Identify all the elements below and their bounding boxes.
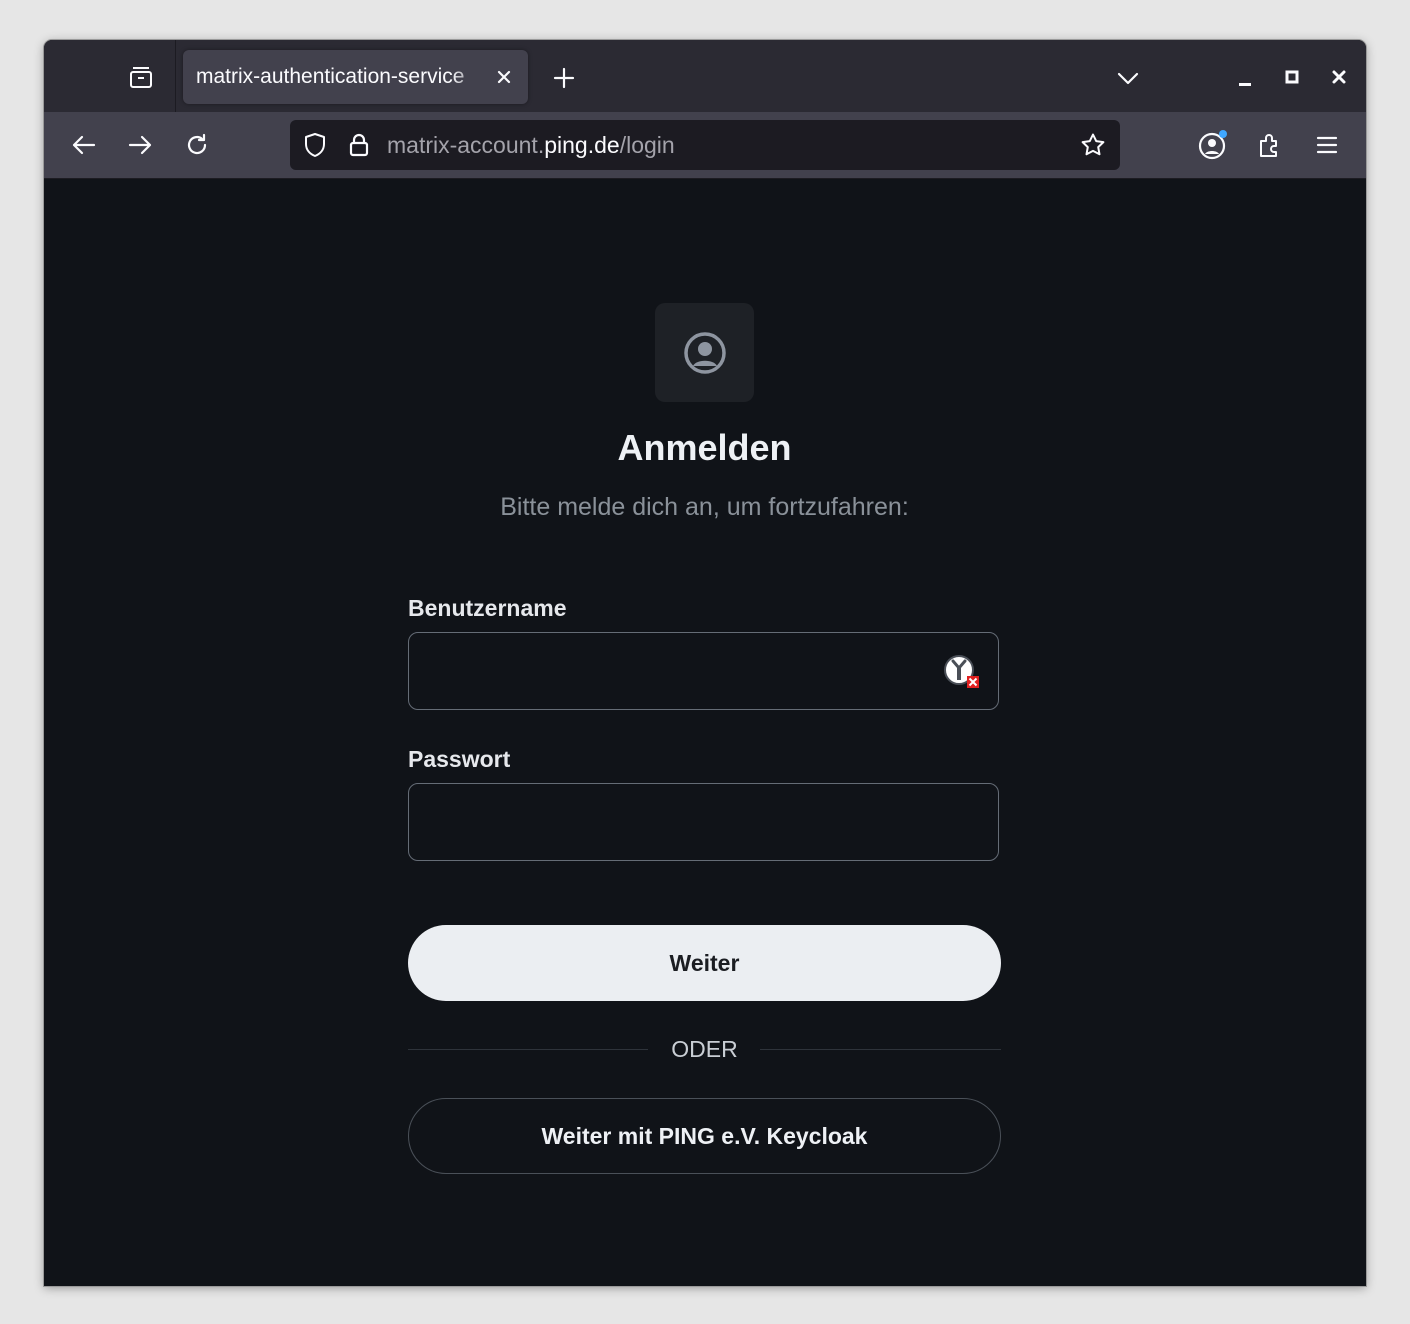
tab-separator <box>175 40 176 112</box>
puzzle-icon[interactable] <box>1251 126 1289 164</box>
close-icon[interactable] <box>1324 62 1354 92</box>
lock-icon[interactable] <box>344 130 374 160</box>
avatar <box>655 303 754 402</box>
account-icon[interactable] <box>1194 126 1232 164</box>
url-bar[interactable]: matrix-account.ping.de/login <box>290 120 1120 170</box>
page-content: Anmelden Bitte melde dich an, um fortzuf… <box>44 179 1366 1286</box>
tab-close-icon[interactable] <box>491 64 517 90</box>
tab-title: matrix-authentication-service <box>196 65 465 88</box>
browser-window: matrix-authentication-service matrix-acc… <box>44 40 1366 1286</box>
url-prefix: matrix-account. <box>387 132 545 158</box>
password-field-box <box>408 783 999 861</box>
arrow-right-icon[interactable] <box>122 127 158 163</box>
page-subtitle: Bitte melde dich an, um fortzufahren: <box>500 493 909 521</box>
page-title: Anmelden <box>617 427 792 468</box>
reload-icon[interactable] <box>179 127 215 163</box>
sso-keycloak-button[interactable]: Weiter mit PING e.V. Keycloak <box>408 1098 1001 1174</box>
hamburger-menu-icon[interactable] <box>1308 126 1346 164</box>
divider-label: ODER <box>671 1036 738 1062</box>
plus-icon[interactable] <box>548 62 580 94</box>
minimize-icon[interactable] <box>1230 64 1260 94</box>
url-text[interactable]: matrix-account.ping.de/login <box>387 120 675 170</box>
or-divider: ODER <box>408 1033 1001 1065</box>
user-circle-icon <box>683 331 726 374</box>
tab-bar: matrix-authentication-service <box>44 40 1366 112</box>
navigation-toolbar: matrix-account.ping.de/login <box>44 112 1366 179</box>
url-host: ping.de <box>544 132 620 158</box>
chevron-down-icon[interactable] <box>1112 62 1144 94</box>
password-input[interactable] <box>409 784 998 860</box>
password-label: Passwort <box>408 746 511 772</box>
username-field-box <box>408 632 999 710</box>
tab-overview-icon[interactable] <box>124 60 158 94</box>
username-label: Benutzername <box>408 595 567 621</box>
arrow-left-icon[interactable] <box>66 127 102 163</box>
star-icon[interactable] <box>1078 130 1108 160</box>
tab-active[interactable]: matrix-authentication-service <box>183 50 528 104</box>
maximize-icon[interactable] <box>1277 62 1307 92</box>
keepassxc-autofill-icon[interactable] <box>942 653 982 696</box>
username-input[interactable] <box>409 633 998 709</box>
continue-button[interactable]: Weiter <box>408 925 1001 1001</box>
shield-icon[interactable] <box>300 130 330 160</box>
url-path: /login <box>619 132 675 158</box>
